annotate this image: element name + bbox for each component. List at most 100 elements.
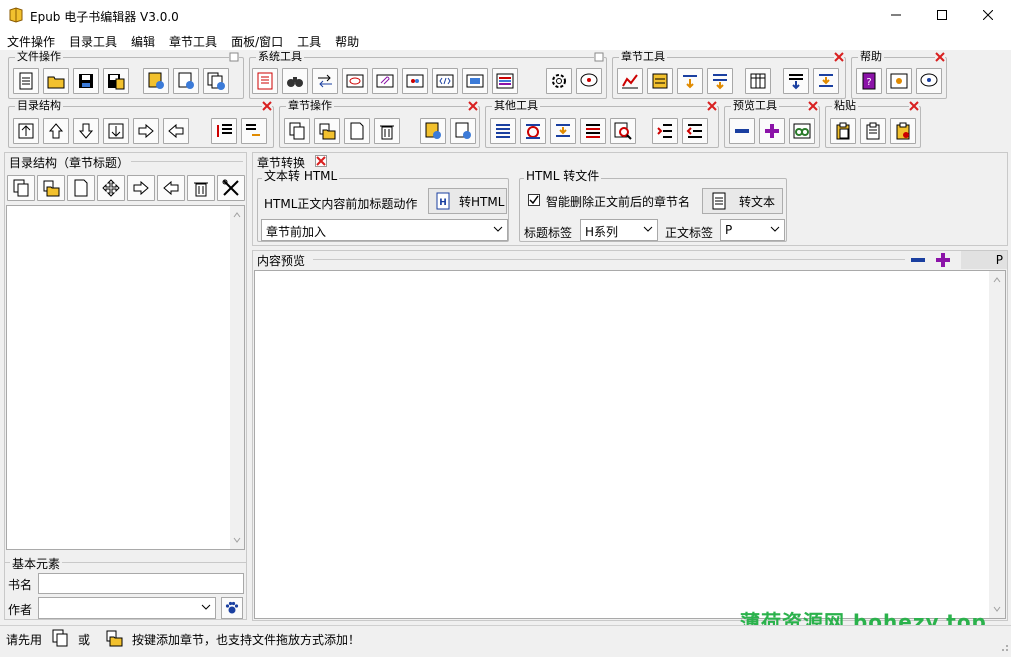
zoom-search-icon[interactable] xyxy=(610,118,636,144)
merge-list-icon[interactable] xyxy=(707,68,733,94)
align-middle-icon[interactable] xyxy=(813,68,839,94)
toolbar-close-icon[interactable] xyxy=(707,100,717,111)
new-page-icon[interactable] xyxy=(344,118,370,144)
settings-gear-icon[interactable] xyxy=(546,68,572,94)
to-html-button[interactable]: H 转HTML xyxy=(428,188,507,214)
export-chapter-icon[interactable] xyxy=(450,118,476,144)
copy-chapter-icon[interactable] xyxy=(284,118,310,144)
export-book-icon[interactable] xyxy=(173,68,199,94)
preview-zoom-in-button[interactable] xyxy=(933,251,953,269)
toolbar-close-icon[interactable] xyxy=(262,100,272,111)
preview-scrollbar[interactable] xyxy=(989,271,1005,618)
style-list-icon[interactable] xyxy=(492,68,518,94)
move-bottom-icon[interactable] xyxy=(103,118,129,144)
author-search-button[interactable] xyxy=(221,597,243,619)
heading-tag-select[interactable]: H系列 xyxy=(580,219,658,241)
toolbar-close-icon[interactable] xyxy=(808,100,818,111)
body-tag-select[interactable]: P xyxy=(720,219,785,241)
move-up-icon[interactable] xyxy=(43,118,69,144)
toc-tree[interactable] xyxy=(6,205,245,550)
indent-right-icon[interactable] xyxy=(127,175,155,201)
menu-edit[interactable]: 编辑 xyxy=(124,30,162,50)
paste-special-icon[interactable] xyxy=(890,118,916,144)
import-book-icon[interactable] xyxy=(143,68,169,94)
split-chapter-icon[interactable] xyxy=(647,68,673,94)
save-as-icon[interactable] xyxy=(103,68,129,94)
book-name-input[interactable] xyxy=(38,573,244,594)
new-book-icon[interactable] xyxy=(13,68,39,94)
align-bottom-icon[interactable] xyxy=(783,68,809,94)
target-list-icon[interactable] xyxy=(520,118,546,144)
open-folder-icon[interactable] xyxy=(43,68,69,94)
preview-eye-icon[interactable] xyxy=(342,68,368,94)
menu-file[interactable]: 文件操作 xyxy=(0,30,62,50)
insert-after-icon[interactable] xyxy=(241,118,267,144)
insert-mode-select[interactable]: 章节前加入 xyxy=(261,219,508,241)
toolbar-close-icon[interactable] xyxy=(935,51,945,62)
align-list-icon[interactable] xyxy=(550,118,576,144)
attach-icon[interactable] xyxy=(372,68,398,94)
list-doc-icon[interactable] xyxy=(252,68,278,94)
color-palette-icon[interactable] xyxy=(402,68,428,94)
menu-chapter[interactable]: 章节工具 xyxy=(162,30,224,50)
save-icon[interactable] xyxy=(73,68,99,94)
indent-left-icon[interactable] xyxy=(163,118,189,144)
toc-scrollbar[interactable] xyxy=(230,206,244,549)
numbered-list-icon[interactable] xyxy=(490,118,516,144)
merge-down-icon[interactable] xyxy=(677,68,703,94)
smart-delete-checkbox[interactable] xyxy=(528,194,540,206)
add-folder-chapter-icon[interactable] xyxy=(314,118,340,144)
indent-list-icon[interactable] xyxy=(652,118,678,144)
table-icon[interactable] xyxy=(745,68,771,94)
batch-export-icon[interactable] xyxy=(203,68,229,94)
menu-help[interactable]: 帮助 xyxy=(328,30,366,50)
menu-tools[interactable]: 工具 xyxy=(290,30,328,50)
delete-trash-icon[interactable] xyxy=(187,175,215,201)
copy-icon[interactable] xyxy=(7,175,35,201)
toolbar-collapse-icon[interactable] xyxy=(594,51,604,62)
toolbar-close-icon[interactable] xyxy=(468,100,478,111)
paste-icon[interactable] xyxy=(830,118,856,144)
code-icon[interactable] xyxy=(432,68,458,94)
maximize-button[interactable] xyxy=(919,0,965,30)
glasses-icon[interactable] xyxy=(789,118,815,144)
feedback-icon[interactable] xyxy=(916,68,942,94)
tools-icon[interactable] xyxy=(217,175,245,201)
indent-left-icon[interactable] xyxy=(157,175,185,201)
chat-bubble-icon[interactable] xyxy=(576,68,602,94)
resize-grip-icon[interactable] xyxy=(997,640,1009,655)
new-page-icon[interactable] xyxy=(67,175,95,201)
delete-trash-icon[interactable] xyxy=(374,118,400,144)
chapter-convert-close-icon[interactable] xyxy=(315,155,327,167)
import-chapter-icon[interactable] xyxy=(420,118,446,144)
close-button[interactable] xyxy=(965,0,1011,30)
about-icon[interactable] xyxy=(886,68,912,94)
minimize-button[interactable] xyxy=(873,0,919,30)
move-top-icon[interactable] xyxy=(13,118,39,144)
paste-text-icon[interactable] xyxy=(860,118,886,144)
insert-before-icon[interactable] xyxy=(211,118,237,144)
images-icon[interactable] xyxy=(462,68,488,94)
body-tag-label: 正文标签 xyxy=(665,226,714,240)
help-book-icon[interactable]: ? xyxy=(856,68,882,94)
menu-toc[interactable]: 目录工具 xyxy=(62,30,124,50)
zoom-in-icon[interactable] xyxy=(759,118,785,144)
indent-right-icon[interactable] xyxy=(133,118,159,144)
toolbar-collapse-icon[interactable] xyxy=(229,51,239,62)
preview-zoom-out-button[interactable] xyxy=(908,251,928,269)
toolbar-close-icon[interactable] xyxy=(909,100,919,111)
chart-icon[interactable] xyxy=(617,68,643,94)
to-text-button[interactable]: 转文本 xyxy=(702,188,783,214)
move-cross-icon[interactable] xyxy=(97,175,125,201)
preview-area[interactable] xyxy=(254,270,1006,619)
add-chapter-folder-icon[interactable] xyxy=(37,175,65,201)
author-select[interactable] xyxy=(38,597,216,619)
zoom-out-icon[interactable] xyxy=(729,118,755,144)
move-down-icon[interactable] xyxy=(73,118,99,144)
search-binoculars-icon[interactable] xyxy=(282,68,308,94)
menu-panel[interactable]: 面板/窗口 xyxy=(224,30,290,50)
red-list-icon[interactable] xyxy=(580,118,606,144)
toolbar-close-icon[interactable] xyxy=(834,51,844,62)
outdent-list-icon[interactable] xyxy=(682,118,708,144)
replace-icon[interactable] xyxy=(312,68,338,94)
